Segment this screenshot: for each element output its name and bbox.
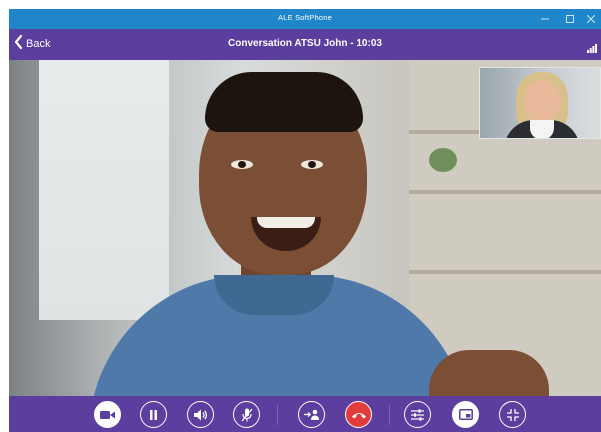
self-view-blouse: [530, 120, 554, 138]
transfer-button[interactable]: [298, 401, 325, 428]
self-view-face: [524, 80, 560, 122]
mute-button[interactable]: [233, 401, 260, 428]
separator: [389, 404, 390, 425]
hangup-phone-icon: [351, 411, 367, 419]
shelf: [409, 190, 601, 194]
signal-bars-icon: [587, 40, 597, 58]
video-button[interactable]: [94, 401, 121, 428]
speaker-button[interactable]: [187, 401, 214, 428]
conversation-title: Conversation ATSU John - 10:03: [228, 38, 382, 49]
transfer-user-icon: [304, 409, 319, 420]
maximize-icon[interactable]: [557, 9, 583, 29]
window-title: ALE SoftPhone: [278, 13, 332, 22]
remote-person-hand: [429, 350, 549, 396]
shelf: [409, 270, 601, 274]
self-view-video[interactable]: [479, 67, 601, 139]
remote-person-teeth: [257, 217, 315, 228]
plant: [429, 148, 457, 172]
softphone-window: ALE SoftPhone Back Conversation ATSU Joh…: [9, 9, 601, 432]
conversation-header: Back Conversation ATSU John - 10:03: [9, 29, 601, 60]
call-controls-bar: [9, 396, 601, 432]
hangup-button[interactable]: [345, 401, 372, 428]
background-window: [39, 60, 169, 320]
settings-button[interactable]: [404, 401, 431, 428]
minimize-icon[interactable]: [532, 9, 558, 29]
title-bar: ALE SoftPhone: [9, 9, 601, 29]
exit-fullscreen-button[interactable]: [499, 401, 526, 428]
picture-in-picture-icon: [458, 409, 473, 420]
remote-person-hair: [205, 72, 363, 132]
remote-person-eye: [301, 160, 323, 169]
close-icon[interactable]: [581, 9, 601, 29]
speaker-icon: [193, 409, 208, 421]
separator: [277, 404, 278, 425]
pip-toggle-button[interactable]: [452, 401, 479, 428]
microphone-off-icon: [241, 408, 253, 422]
remote-video: [9, 60, 601, 396]
sliders-icon: [411, 408, 424, 421]
remote-person-eye: [231, 160, 253, 169]
hold-button[interactable]: [140, 401, 167, 428]
video-camera-icon: [100, 410, 115, 420]
collapse-icon: [506, 408, 519, 421]
pause-icon: [149, 409, 158, 420]
